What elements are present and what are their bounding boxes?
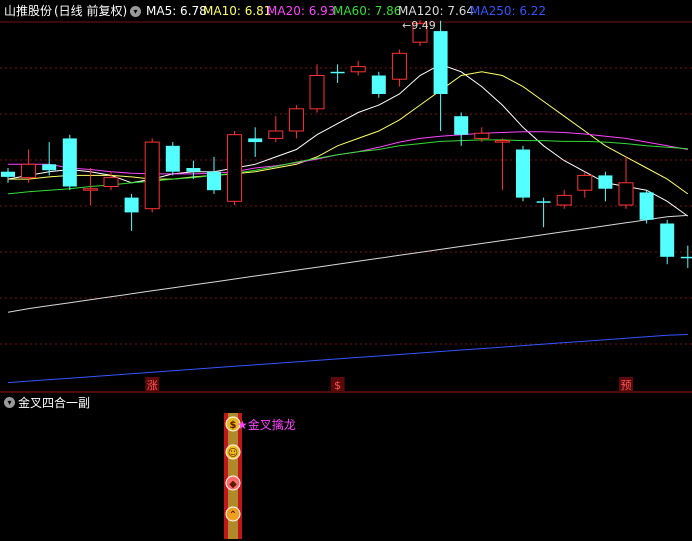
candle (124, 193, 139, 231)
indicator-panel: $ ☺ ◆ ⌃ ★金叉擒龙 (224, 413, 296, 539)
candle (516, 145, 530, 202)
moving-average-lines (7, 63, 689, 384)
candle (494, 138, 510, 191)
candle-body (454, 116, 469, 135)
diamond-icon-glyph: ◆ (229, 479, 237, 490)
candle-body (577, 174, 593, 191)
candle (391, 49, 407, 87)
candle-body (103, 177, 119, 187)
candle-body (42, 164, 57, 171)
candle (268, 116, 284, 143)
smiley-icon: ☺ (225, 444, 241, 460)
candle-body (207, 171, 221, 191)
diamond-icon: ◆ (225, 475, 241, 491)
candle-body (330, 71, 345, 74)
candle-body (227, 134, 243, 202)
candle-body (21, 163, 37, 179)
high-price-annotation: ←9.49 (402, 19, 436, 32)
candle (207, 156, 221, 194)
ma-line-ma250 (7, 334, 688, 384)
candle-body (309, 75, 325, 110)
candle-body (1, 171, 15, 177)
candle-body (124, 197, 139, 213)
candle-body (82, 188, 98, 191)
signal-label: ★金叉擒龙 (237, 417, 296, 432)
signal-marker: $ (330, 377, 345, 392)
candle-body (248, 138, 263, 143)
candle-body (598, 175, 613, 189)
chevron-up-icon: ⌃ (225, 506, 241, 522)
candle (21, 149, 37, 183)
candle-body (639, 192, 654, 220)
candle (598, 171, 613, 202)
signal-marker: 预 (619, 377, 633, 392)
candle (618, 156, 634, 209)
candle (660, 219, 675, 265)
signal-marker-label: $ (334, 379, 341, 392)
candle (680, 245, 692, 268)
candle (288, 105, 304, 139)
dollar-icon-glyph: $ (230, 420, 237, 431)
signal-marker-label: 涨 (147, 379, 158, 392)
candle-body (144, 141, 160, 210)
candle (227, 131, 243, 205)
candle (144, 138, 160, 213)
kline-chart[interactable]: ←9.49 涨 $ 预 $ ☺ ◆ ⌃ ★金叉擒龙 (0, 0, 692, 541)
candle-body (288, 108, 304, 132)
candle (309, 64, 325, 113)
grid-lines (0, 21, 692, 393)
candle-body (516, 149, 530, 198)
candle (350, 60, 366, 76)
candle-body (536, 201, 551, 203)
candle-body (680, 256, 692, 259)
candle-body (62, 138, 77, 187)
candle-body (556, 194, 572, 206)
chevron-up-icon-glyph: ⌃ (229, 510, 237, 521)
candle (556, 190, 572, 209)
candle (330, 64, 345, 83)
candle-body (494, 140, 510, 143)
candle (536, 197, 551, 228)
candle-body (186, 168, 201, 172)
candle-body (433, 31, 448, 95)
candle-body (165, 145, 180, 172)
candle-body (660, 223, 675, 257)
candle-body (268, 130, 284, 139)
candle-body (618, 182, 634, 206)
candlesticks: ←9.49 (1, 19, 692, 268)
candle-body (391, 52, 407, 80)
ma-line-ma5 (7, 63, 689, 217)
candle-body (350, 66, 366, 73)
signal-markers: 涨 $ 预 (145, 377, 633, 392)
candle (577, 171, 593, 198)
candle-body (474, 132, 490, 139)
candle (371, 71, 386, 98)
signal-marker-label: 预 (621, 379, 632, 392)
candle (1, 168, 15, 183)
candle (248, 127, 263, 157)
candle (42, 142, 57, 176)
signal-marker: 涨 (145, 377, 160, 392)
smiley-icon-glyph: ☺ (228, 448, 238, 459)
candle (165, 142, 180, 176)
candle (62, 134, 77, 191)
candle-body (371, 75, 386, 94)
candle (639, 190, 654, 224)
